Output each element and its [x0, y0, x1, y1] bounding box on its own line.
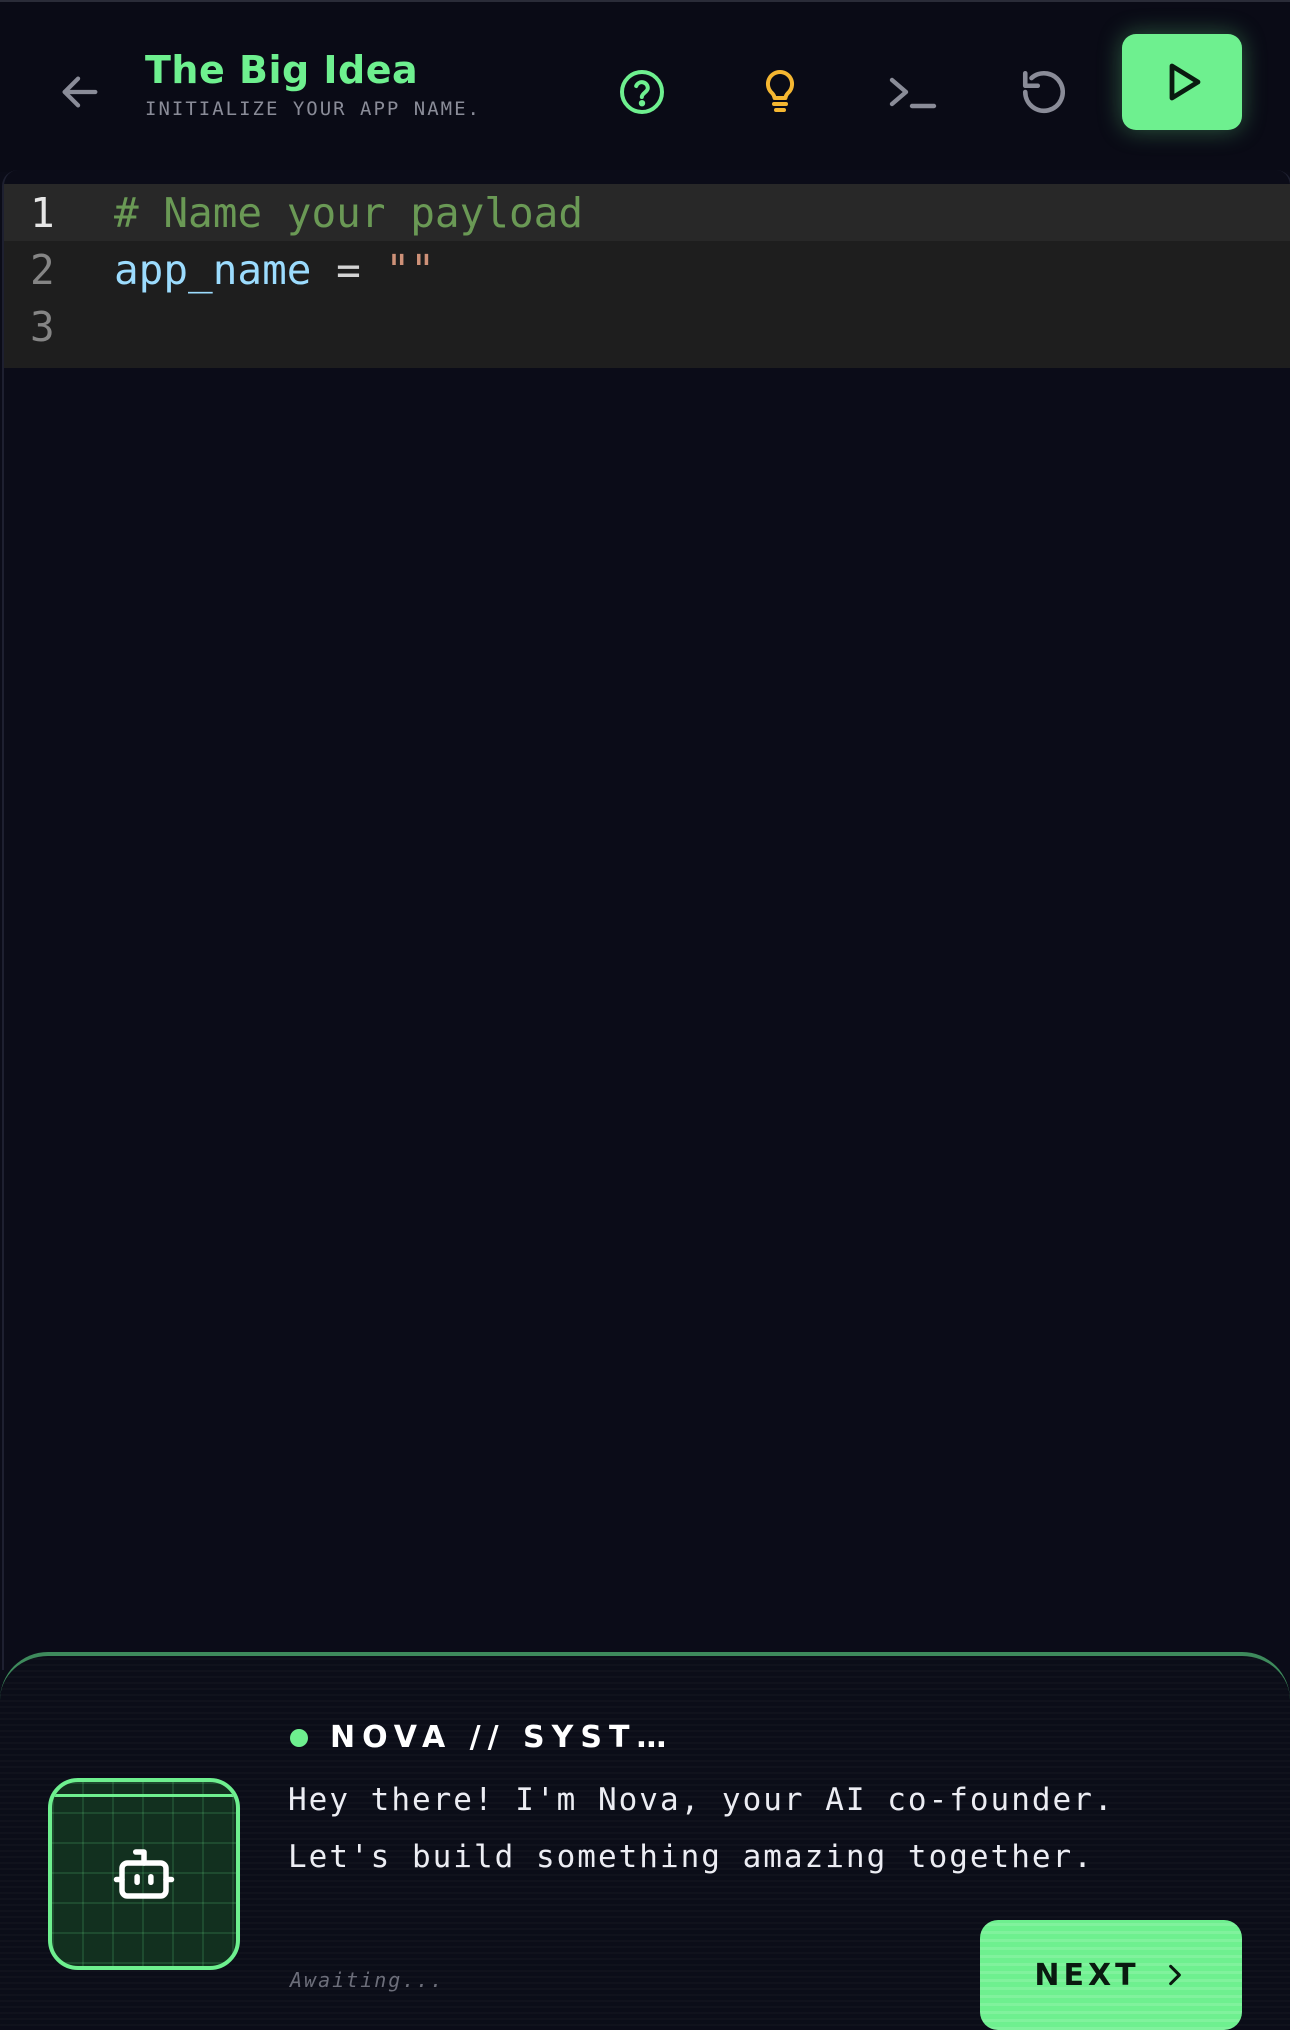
title-block: The Big Idea INITIALIZE YOUR APP NAME. — [145, 46, 481, 120]
reset-button[interactable] — [1004, 52, 1084, 132]
arrow-left-icon — [62, 76, 98, 108]
chevron-right-icon — [1168, 1964, 1181, 1986]
rotate-ccw-icon — [1022, 70, 1066, 114]
line-number: 2 — [30, 245, 55, 294]
online-status-dot — [290, 1728, 308, 1747]
assistant-avatar — [48, 1778, 240, 1970]
next-button-label: NEXT — [1034, 1958, 1140, 1993]
dialog-status: Awaiting... — [290, 1968, 445, 1992]
page-title: The Big Idea — [145, 48, 419, 92]
top-bar: The Big Idea INITIALIZE YOUR APP NAME. — [0, 0, 1290, 172]
speaker-name: NOVA // SYST… — [330, 1720, 674, 1755]
help-button[interactable] — [602, 52, 682, 132]
code-operator: = — [311, 245, 386, 294]
line-number: 3 — [30, 302, 55, 351]
lightbulb-icon — [765, 69, 795, 112]
line-number: 1 — [30, 188, 55, 237]
play-icon — [1169, 63, 1201, 101]
code-variable: app_name — [114, 245, 312, 294]
code-area[interactable]: 1 # Name your payload 2 app_name = "" 3 — [4, 184, 1290, 368]
code-editor[interactable]: 1 # Name your payload 2 app_name = "" 3 — [2, 170, 1290, 1670]
robot-icon — [113, 1849, 175, 1899]
terminal-icon — [889, 77, 937, 109]
avatar-scan-bar — [52, 1794, 236, 1797]
code-comment: # Name your payload — [114, 188, 583, 237]
assistant-dialog: NOVA // SYST… Hey there! I'm Nova, your … — [0, 1652, 1290, 2030]
next-button[interactable]: NEXT — [980, 1920, 1242, 2030]
speaker-header: NOVA // SYST… — [290, 1720, 673, 1755]
console-button[interactable] — [872, 52, 952, 132]
back-button[interactable] — [50, 62, 110, 122]
dialog-message: Hey there! I'm Nova, your AI co-founder.… — [288, 1782, 1115, 1875]
code-string: "" — [385, 245, 435, 294]
code-line[interactable]: 1 # Name your payload — [4, 184, 1290, 241]
hint-button[interactable] — [740, 52, 820, 132]
code-line[interactable]: 3 — [4, 298, 1290, 355]
code-line[interactable]: 2 app_name = "" — [4, 241, 1290, 298]
run-button[interactable] — [1122, 34, 1242, 130]
page-subtitle: INITIALIZE YOUR APP NAME. — [145, 98, 481, 120]
help-circle-icon — [620, 70, 664, 114]
